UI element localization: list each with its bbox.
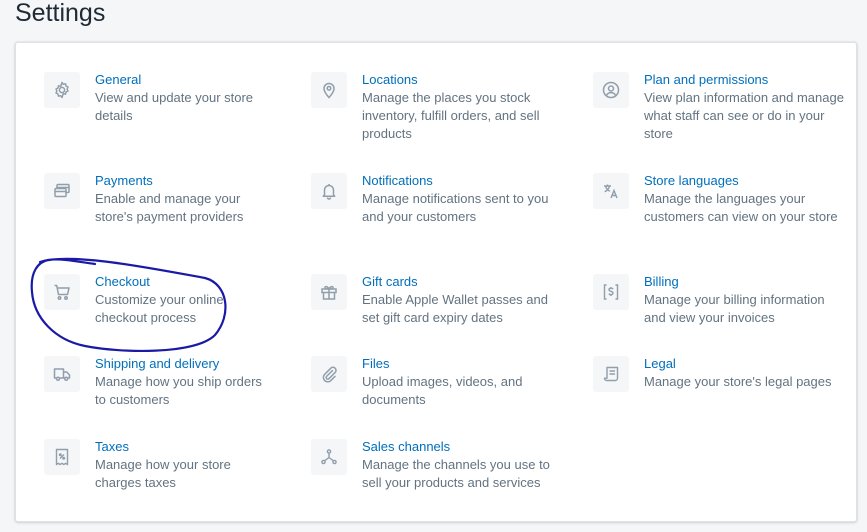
document-icon <box>593 356 629 392</box>
settings-item-description: Upload images, videos, and documents <box>362 374 523 407</box>
settings-item-title[interactable]: General <box>95 71 275 89</box>
settings-item-title[interactable]: Checkout <box>95 273 275 291</box>
settings-item-description: Manage the channels you use to sell your… <box>362 457 550 490</box>
settings-card: General View and update your store detai… <box>15 42 857 522</box>
user-circle-icon <box>593 72 629 108</box>
receipt-icon <box>44 439 80 475</box>
settings-item-title[interactable]: Sales channels <box>362 438 562 456</box>
gear-icon <box>44 72 80 108</box>
settings-item-description: Manage how you ship orders to customers <box>95 374 262 407</box>
settings-item-description: Manage the languages your customers can … <box>644 191 838 224</box>
settings-item-title[interactable]: Gift cards <box>362 273 562 291</box>
settings-item-description: Enable and manage your store's payment p… <box>95 191 244 224</box>
settings-item-description: Manage your billing information and view… <box>644 292 825 325</box>
cart-icon <box>44 274 80 310</box>
settings-item-description: Manage the places you stock inventory, f… <box>362 90 540 141</box>
settings-item-title[interactable]: Taxes <box>95 438 275 456</box>
bell-icon <box>311 173 347 209</box>
truck-icon <box>44 356 80 392</box>
settings-item-title[interactable]: Notifications <box>362 172 562 190</box>
translate-icon <box>593 173 629 209</box>
settings-item-title[interactable]: Files <box>362 355 562 373</box>
page-title: Settings <box>15 0 106 27</box>
channels-icon <box>311 439 347 475</box>
settings-item-description: View plan information and manage what st… <box>644 90 844 141</box>
settings-item-description: View and update your store details <box>95 90 254 123</box>
settings-item-description: Customize your online checkout process <box>95 292 224 325</box>
location-pin-icon <box>311 72 347 108</box>
billing-icon <box>593 274 629 310</box>
settings-item-description: Manage how your store charges taxes <box>95 457 231 490</box>
settings-item-title[interactable]: Payments <box>95 172 275 190</box>
settings-item-title[interactable]: Billing <box>644 273 844 291</box>
settings-item-description: Manage notifications sent to you and you… <box>362 191 549 224</box>
settings-item-title[interactable]: Plan and permissions <box>644 71 844 89</box>
gift-icon <box>311 274 347 310</box>
settings-item-title[interactable]: Locations <box>362 71 562 89</box>
settings-item-title[interactable]: Store languages <box>644 172 844 190</box>
credit-card-icon <box>44 173 80 209</box>
settings-item-title[interactable]: Legal <box>644 355 844 373</box>
settings-item-description: Manage your store's legal pages <box>644 374 832 389</box>
paperclip-icon <box>311 356 347 392</box>
settings-item-description: Enable Apple Wallet passes and set gift … <box>362 292 548 325</box>
settings-item-title[interactable]: Shipping and delivery <box>95 355 275 373</box>
